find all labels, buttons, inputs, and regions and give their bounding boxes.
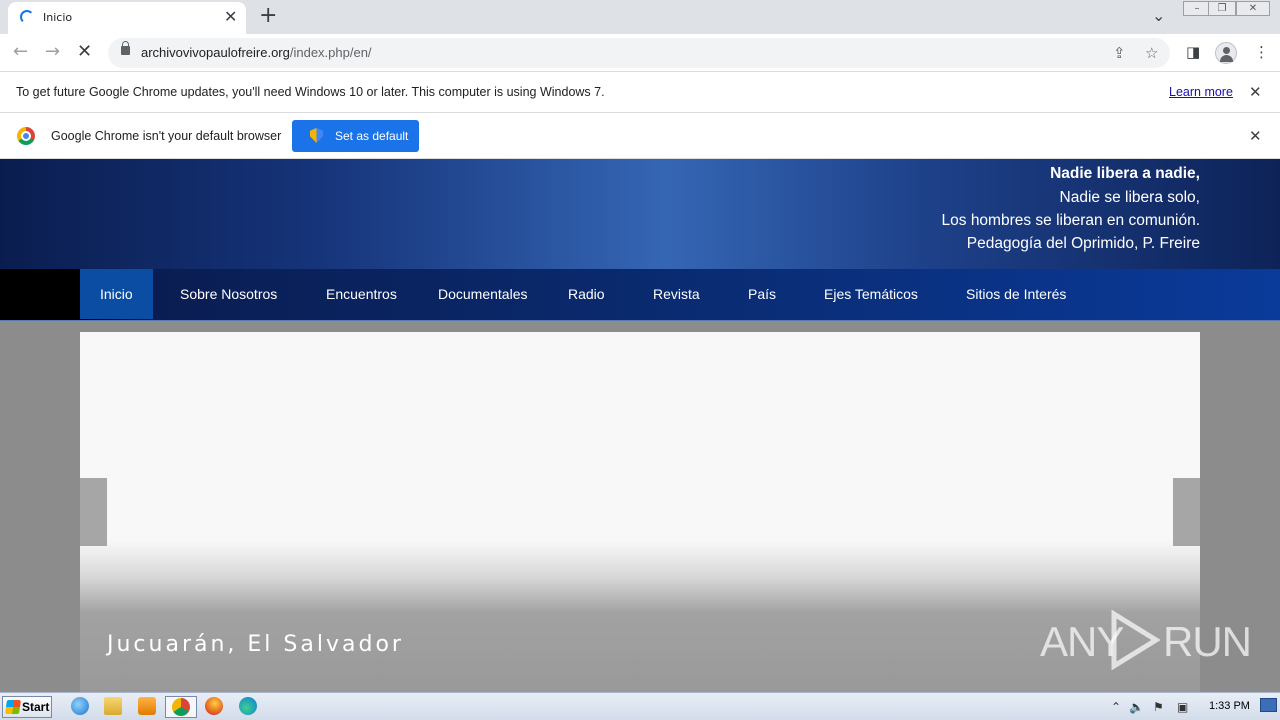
nav-item-pais[interactable]: País (748, 269, 776, 319)
network-icon[interactable]: ▣ (1177, 700, 1188, 714)
tab-close-icon[interactable]: ✕ (224, 8, 237, 26)
tab-strip: Inicio ✕ + ⌄ – ❐ ✕ (0, 0, 1280, 34)
site-header-banner: Nadie libera a nadie, Nadie se libera so… (0, 159, 1280, 269)
loading-spinner-icon (20, 10, 34, 24)
side-panel-icon[interactable]: ◨ (1186, 43, 1200, 61)
minimize-icon[interactable]: – (1183, 1, 1211, 16)
site-nav: Inicio Sobre Nosotros Encuentros Documen… (0, 269, 1280, 321)
back-arrow-icon[interactable]: ← (13, 42, 28, 62)
tray-overflow-icon[interactable]: ⌃ (1111, 700, 1121, 714)
slider-caption: Jucuarán, El Salvador (107, 632, 404, 657)
share-icon[interactable]: ⇪ (1113, 44, 1126, 62)
tab-search-chevron-icon[interactable]: ⌄ (1152, 6, 1165, 25)
edge-icon[interactable] (239, 697, 257, 715)
default-browser-infobar: Google Chrome isn't your default browser… (0, 113, 1280, 159)
bookmark-star-icon[interactable]: ☆ (1145, 44, 1158, 62)
show-desktop-icon[interactable] (1260, 698, 1277, 712)
browser-toolbar: ← → ✕ archivovivopaulofreire.org/index.p… (0, 34, 1280, 72)
chrome-taskbar-button[interactable] (165, 696, 197, 718)
nav-item-sitios-de-interes[interactable]: Sitios de Interés (966, 269, 1066, 319)
play-triangle-icon (1111, 610, 1160, 670)
media-player-icon[interactable] (138, 697, 156, 715)
default-infobar-close-icon[interactable]: ✕ (1249, 127, 1262, 145)
slider-prev-button[interactable] (80, 478, 107, 546)
quote-line-3: Los hombres se liberan en comunión. (941, 212, 1200, 229)
start-button[interactable]: Start (2, 696, 52, 718)
chrome-logo-icon (17, 127, 35, 145)
nav-item-revista[interactable]: Revista (653, 269, 700, 319)
nav-item-inicio[interactable]: Inicio (80, 269, 153, 319)
nav-item-ejes-tematicos[interactable]: Ejes Temáticos (824, 269, 918, 319)
update-infobar-close-icon[interactable]: ✕ (1249, 83, 1262, 101)
tab-inicio[interactable]: Inicio ✕ (8, 2, 246, 34)
uac-shield-icon (310, 128, 323, 143)
nav-item-sobre-nosotros[interactable]: Sobre Nosotros (180, 269, 277, 319)
set-as-default-button[interactable]: Set as default (292, 120, 419, 152)
nav-item-documentales[interactable]: Documentales (438, 269, 528, 319)
quote-line-1: Nadie libera a nadie, (1050, 165, 1200, 182)
stop-icon[interactable]: ✕ (77, 42, 92, 62)
profile-avatar-icon[interactable] (1215, 42, 1237, 64)
nav-item-encuentros[interactable]: Encuentros (326, 269, 397, 319)
windows-logo-icon (5, 700, 21, 714)
internet-explorer-icon[interactable] (71, 697, 89, 715)
watermark-right-text: RUN (1163, 618, 1252, 665)
restore-icon[interactable]: ❐ (1208, 1, 1236, 16)
new-tab-icon[interactable]: + (259, 4, 277, 28)
image-slider[interactable]: Jucuarán, El Salvador (80, 332, 1200, 692)
volume-icon[interactable]: 🔈 (1129, 700, 1144, 714)
anyrun-watermark: ANY RUN (1040, 608, 1252, 672)
file-explorer-icon[interactable] (104, 697, 122, 715)
firefox-icon[interactable] (205, 697, 223, 715)
forward-arrow-icon[interactable]: → (45, 42, 60, 62)
slider-next-button[interactable] (1173, 478, 1200, 546)
nav-item-radio[interactable]: Radio (568, 269, 605, 319)
default-browser-message: Google Chrome isn't your default browser (51, 129, 282, 143)
chrome-taskbar-icon (172, 698, 190, 716)
quote-line-2: Nadie se libera solo, (1059, 189, 1200, 206)
windows-taskbar: Start ⌃ 🔈 ⚑ ▣ 1:33 PM (0, 692, 1280, 720)
tab-title: Inicio (43, 11, 73, 24)
window-close-icon[interactable]: ✕ (1236, 1, 1270, 16)
taskbar-clock[interactable]: 1:33 PM (1209, 700, 1250, 712)
action-center-flag-icon[interactable]: ⚑ (1153, 700, 1164, 714)
menu-kebab-icon[interactable]: ⋮ (1254, 43, 1269, 61)
quote-line-4: Pedagogía del Oprimido, P. Freire (966, 235, 1200, 252)
update-message: To get future Google Chrome updates, you… (16, 85, 605, 99)
lock-icon[interactable] (121, 41, 130, 55)
update-infobar: To get future Google Chrome updates, you… (0, 72, 1280, 113)
learn-more-link[interactable]: Learn more (1169, 85, 1233, 99)
address-bar[interactable]: archivovivopaulofreire.org/index.php/en/… (108, 38, 1170, 68)
url-text[interactable]: archivovivopaulofreire.org/index.php/en/ (141, 45, 372, 60)
